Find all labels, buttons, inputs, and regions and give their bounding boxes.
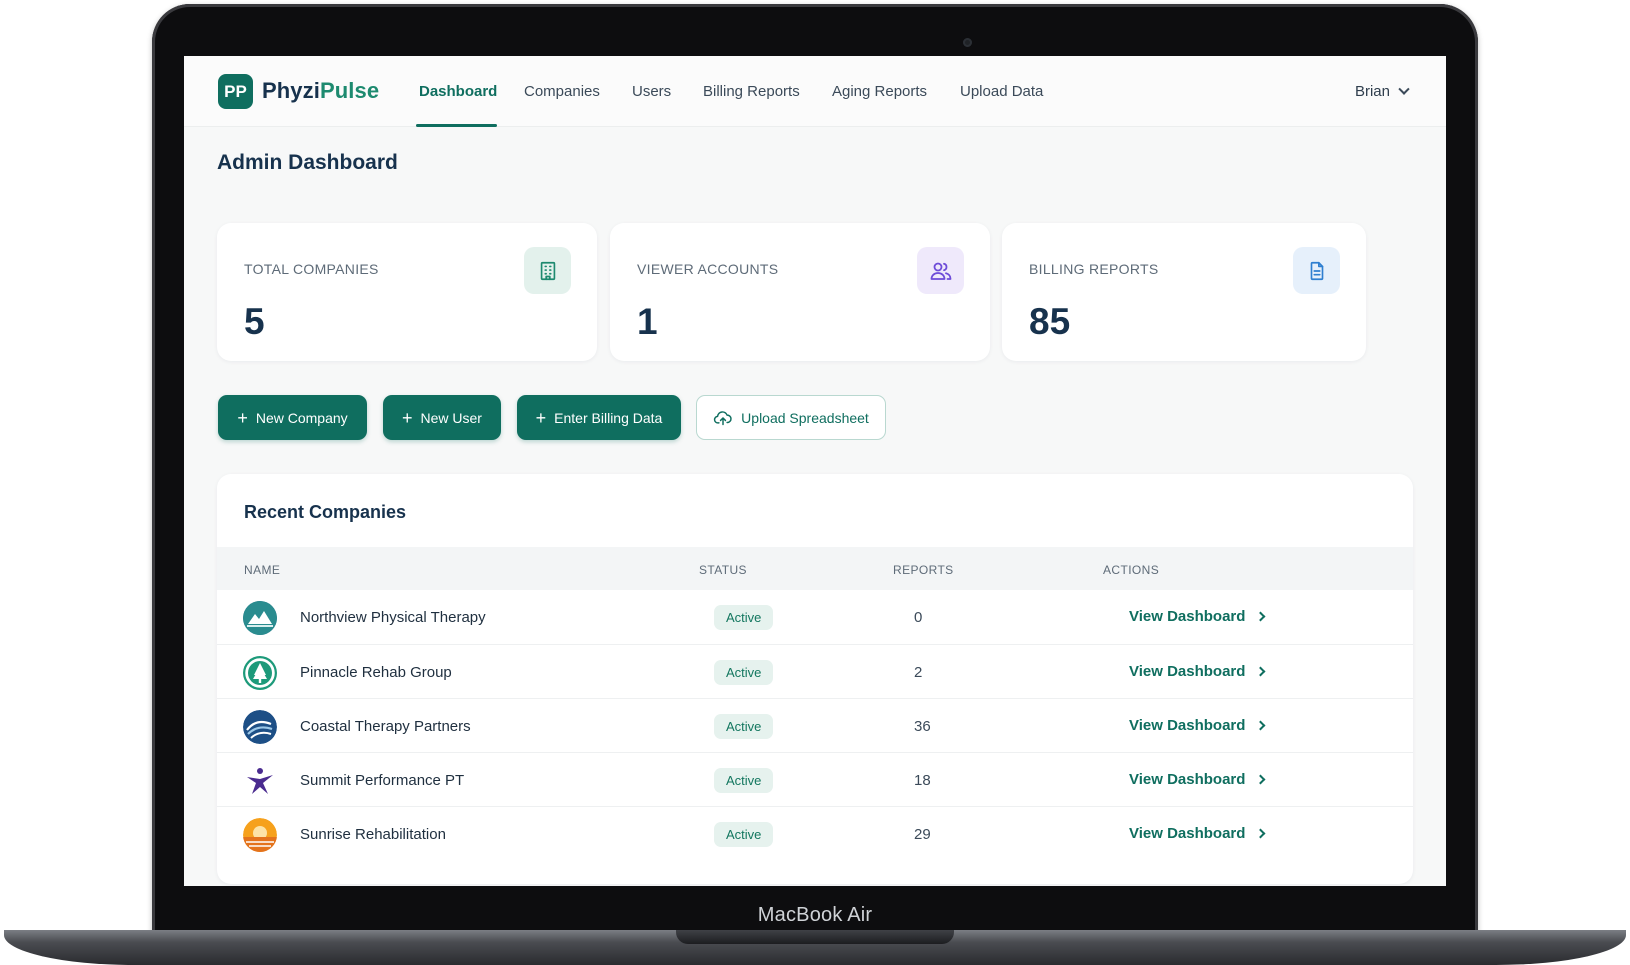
button-label: New User bbox=[420, 409, 482, 426]
chevron-right-icon bbox=[1255, 720, 1266, 731]
screen: PP PhyziPulse Dashboard Companies Users … bbox=[184, 56, 1446, 886]
new-user-button[interactable]: + New User bbox=[383, 395, 501, 440]
chevron-down-icon bbox=[1398, 83, 1410, 95]
table-row: Northview Physical Therapy Active 0 View… bbox=[217, 590, 1413, 646]
document-icon bbox=[1293, 247, 1340, 294]
laptop-hinge-notch bbox=[676, 930, 954, 944]
link-label: View Dashboard bbox=[1129, 663, 1246, 680]
company-name[interactable]: Summit Performance PT bbox=[300, 772, 464, 789]
mountain-logo-icon bbox=[243, 601, 277, 635]
plus-icon: + bbox=[402, 407, 413, 428]
link-label: View Dashboard bbox=[1129, 608, 1246, 625]
table-row: Pinnacle Rehab Group Active 2 View Dashb… bbox=[217, 644, 1413, 700]
stat-value: 85 bbox=[1029, 301, 1071, 342]
report-count: 36 bbox=[914, 718, 931, 735]
device-label: MacBook Air bbox=[757, 904, 873, 926]
chevron-right-icon bbox=[1255, 774, 1266, 785]
view-dashboard-link[interactable]: View Dashboard bbox=[1129, 608, 1266, 625]
table-row: Coastal Therapy Partners Active 36 View … bbox=[217, 698, 1413, 754]
chevron-right-icon bbox=[1255, 828, 1266, 839]
new-company-button[interactable]: + New Company bbox=[218, 395, 367, 440]
company-name[interactable]: Northview Physical Therapy bbox=[300, 609, 486, 626]
stat-label: BILLING REPORTS bbox=[1029, 261, 1159, 277]
view-dashboard-link[interactable]: View Dashboard bbox=[1129, 717, 1266, 734]
company-name[interactable]: Coastal Therapy Partners bbox=[300, 718, 471, 735]
logo-badge[interactable]: PP bbox=[218, 74, 253, 109]
table-row: Sunrise Rehabilitation Active 29 View Da… bbox=[217, 806, 1413, 862]
nav-aging-reports[interactable]: Aging Reports bbox=[832, 83, 927, 100]
column-header-name: NAME bbox=[244, 563, 281, 577]
building-icon bbox=[524, 247, 571, 294]
view-dashboard-link[interactable]: View Dashboard bbox=[1129, 771, 1266, 788]
chevron-right-icon bbox=[1255, 666, 1266, 677]
upload-spreadsheet-button[interactable]: Upload Spreadsheet bbox=[696, 395, 886, 440]
nav-companies[interactable]: Companies bbox=[524, 83, 600, 100]
cloud-upload-icon bbox=[714, 410, 732, 425]
status-badge: Active bbox=[714, 822, 774, 847]
view-dashboard-link[interactable]: View Dashboard bbox=[1129, 825, 1266, 842]
column-header-reports: REPORTS bbox=[893, 563, 954, 577]
panel-title: Recent Companies bbox=[244, 502, 407, 522]
recent-companies-panel: Recent Companies NAME STATUS REPORTS ACT… bbox=[217, 474, 1413, 884]
report-count: 29 bbox=[914, 826, 931, 843]
column-header-actions: ACTIONS bbox=[1103, 563, 1160, 577]
status-badge: Active bbox=[714, 714, 774, 739]
nav-billing-reports[interactable]: Billing Reports bbox=[703, 83, 800, 100]
company-name[interactable]: Sunrise Rehabilitation bbox=[300, 826, 446, 843]
stat-value: 1 bbox=[637, 301, 658, 342]
plus-icon: + bbox=[535, 407, 547, 428]
report-count: 0 bbox=[914, 609, 923, 626]
link-label: View Dashboard bbox=[1129, 771, 1246, 788]
button-label: Upload Spreadsheet bbox=[741, 409, 869, 426]
view-dashboard-link[interactable]: View Dashboard bbox=[1129, 663, 1266, 680]
status-badge: Active bbox=[714, 660, 774, 685]
brand-name[interactable]: PhyziPulse bbox=[262, 78, 379, 104]
chevron-right-icon bbox=[1255, 611, 1266, 622]
stat-value: 5 bbox=[244, 301, 265, 342]
brand-part2: Pulse bbox=[319, 78, 380, 103]
wave-logo-icon bbox=[243, 710, 277, 744]
status-badge: Active bbox=[714, 768, 774, 793]
camera-icon bbox=[963, 38, 972, 47]
stat-card-billing-reports: BILLING REPORTS 85 bbox=[1002, 223, 1366, 361]
nav-upload-data[interactable]: Upload Data bbox=[960, 83, 1043, 100]
stat-card-total-companies: TOTAL COMPANIES 5 bbox=[217, 223, 597, 361]
tree-logo-icon bbox=[243, 656, 277, 690]
table-row: Summit Performance PT Active 18 View Das… bbox=[217, 752, 1413, 808]
user-menu[interactable]: Brian bbox=[1354, 83, 1410, 100]
column-header-status: STATUS bbox=[699, 563, 747, 577]
button-label: Enter Billing Data bbox=[554, 409, 663, 426]
table-header: NAME STATUS REPORTS ACTIONS bbox=[217, 547, 1413, 590]
sun-logo-icon bbox=[243, 818, 277, 852]
stat-label: TOTAL COMPANIES bbox=[244, 261, 379, 277]
link-label: View Dashboard bbox=[1129, 825, 1246, 842]
enter-billing-data-button[interactable]: + Enter Billing Data bbox=[517, 395, 681, 440]
user-name: Brian bbox=[1354, 83, 1390, 100]
page-title: Admin Dashboard bbox=[217, 151, 398, 174]
link-label: View Dashboard bbox=[1129, 717, 1246, 734]
nav-users[interactable]: Users bbox=[632, 83, 671, 100]
company-name[interactable]: Pinnacle Rehab Group bbox=[300, 664, 452, 681]
stat-card-viewer-accounts: VIEWER ACCOUNTS 1 bbox=[610, 223, 990, 361]
report-count: 2 bbox=[914, 664, 923, 681]
button-label: New Company bbox=[255, 409, 348, 426]
report-count: 18 bbox=[914, 772, 931, 789]
active-tab-indicator bbox=[416, 124, 497, 127]
star-figure-logo-icon bbox=[243, 764, 277, 798]
brand-part1: Phyzi bbox=[262, 78, 320, 103]
plus-icon: + bbox=[237, 407, 248, 428]
users-icon bbox=[917, 247, 964, 294]
top-navbar: PP PhyziPulse Dashboard Companies Users … bbox=[184, 56, 1446, 127]
status-badge: Active bbox=[714, 605, 774, 630]
stat-label: VIEWER ACCOUNTS bbox=[637, 261, 779, 277]
nav-dashboard[interactable]: Dashboard bbox=[419, 83, 497, 100]
